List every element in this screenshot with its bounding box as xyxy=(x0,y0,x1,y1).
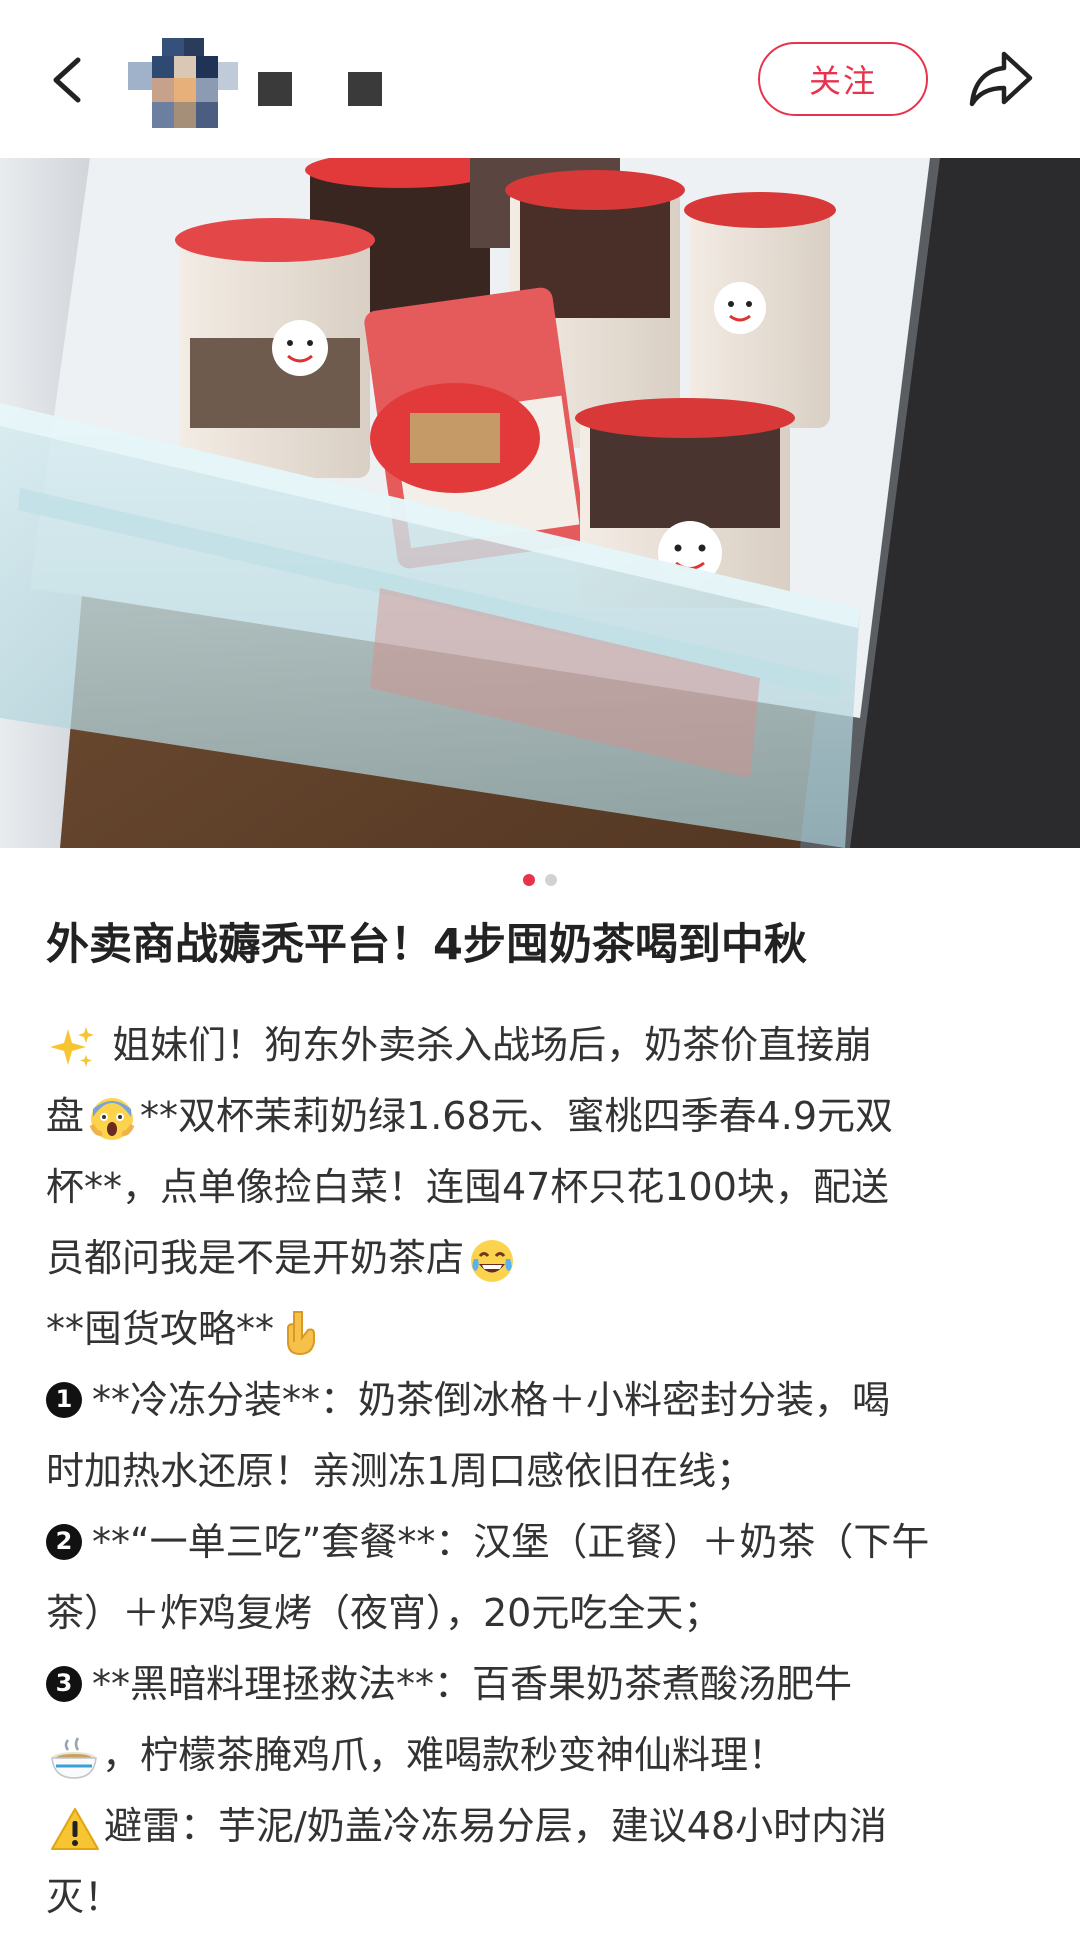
top-bar: 关注 xyxy=(0,0,1080,158)
paragraph-line: 杯**，点单像捡白菜！连囤47杯只花100块，配送 xyxy=(46,1152,1036,1223)
text-line: 灭！ xyxy=(46,1875,123,1919)
text-line: **黑暗料理拯救法**：百香果奶茶煮酸汤肥牛 xyxy=(92,1662,853,1706)
text-line: ，柠檬茶腌鸡爪，难喝款秒变神仙料理！ xyxy=(102,1733,787,1777)
post-body: 姐妹们！狗东外卖杀入战场后，奶茶价直接崩 盘 **双杯茉莉奶绿1.68元、蜜桃四… xyxy=(46,1010,1036,1933)
screaming-face-emoji xyxy=(89,1097,135,1140)
pagination-dot-active[interactable] xyxy=(523,874,535,886)
share-arrow-icon[interactable] xyxy=(966,48,1036,110)
paragraph-line: **囤货攻略** xyxy=(46,1294,1036,1365)
tears-of-joy-emoji xyxy=(471,1239,514,1282)
text-line: 茶）＋炸鸡复烤（夜宵），20元吃全天； xyxy=(46,1591,722,1635)
follow-button[interactable]: 关注 xyxy=(758,42,928,116)
text-line: **双杯茉莉奶绿1.68元、蜜桃四季春4.9元双 xyxy=(140,1094,894,1138)
text-line: **“一单三吃”套餐**：汉堡（正餐）＋奶茶（下午 xyxy=(92,1520,930,1564)
freezer-drawer-image xyxy=(0,158,1080,848)
username-redacted[interactable] xyxy=(348,72,382,106)
paragraph-line: 盘 **双杯茉莉奶绿1.68元、蜜桃四季春4.9元双 xyxy=(46,1081,1036,1152)
username-redacted[interactable] xyxy=(258,72,292,106)
paragraph-line: 灭！ xyxy=(46,1862,1036,1933)
text-line: 员都问我是不是开奶茶店 xyxy=(46,1236,465,1280)
pagination-dot[interactable] xyxy=(545,874,557,886)
paragraph-line: 时加热水还原！亲测冻1周口感依旧在线； xyxy=(46,1436,1036,1507)
text-line: 避雷：芋泥/奶盖冷冻易分层，建议48小时内消 xyxy=(104,1804,888,1848)
paragraph-line: 茶）＋炸鸡复烤（夜宵），20元吃全天； xyxy=(46,1578,1036,1649)
paragraph-line: 1 **冷冻分装**：奶茶倒冰格＋小料密封分装，喝 xyxy=(46,1365,1036,1436)
paragraph-line: 2 **“一单三吃”套餐**：汉堡（正餐）＋奶茶（下午 xyxy=(46,1507,1036,1578)
warning-sign-emoji xyxy=(51,1807,99,1850)
text-line: **冷冻分装**：奶茶倒冰格＋小料密封分装，喝 xyxy=(92,1378,891,1422)
text-line: 杯**，点单像捡白菜！连囤47杯只花100块，配送 xyxy=(46,1165,889,1209)
text-line: 盘 xyxy=(46,1094,85,1138)
image-pagination xyxy=(0,874,1080,886)
paragraph-line: 3 **黑暗料理拯救法**：百香果奶茶煮酸汤肥牛 xyxy=(46,1649,1036,1720)
backhand-index-pointing-down-emoji xyxy=(287,1310,316,1355)
post-photo[interactable] xyxy=(0,158,1080,848)
section-heading: **囤货攻略** xyxy=(46,1307,275,1351)
paragraph-line: 姐妹们！狗东外卖杀入战场后，奶茶价直接崩 xyxy=(46,1010,1036,1081)
paragraph-line: 员都问我是不是开奶茶店 xyxy=(46,1223,1036,1294)
post-title: 外卖商战薅秃平台！4步囤奶茶喝到中秋 xyxy=(46,920,807,970)
step-number-badge: 2 xyxy=(46,1523,82,1560)
paragraph-line: ，柠檬茶腌鸡爪，难喝款秒变神仙料理！ xyxy=(46,1720,1036,1791)
step-number-badge: 1 xyxy=(46,1381,82,1418)
text-line: 时加热水还原！亲测冻1周口感依旧在线； xyxy=(46,1449,755,1493)
paragraph-line: 避雷：芋泥/奶盖冷冻易分层，建议48小时内消 xyxy=(46,1791,1036,1862)
step-number-badge: 3 xyxy=(46,1665,82,1702)
soup-bowl-emoji xyxy=(51,1736,97,1779)
text-line: 姐妹们！狗东外卖杀入战场后，奶茶价直接崩 xyxy=(112,1023,873,1067)
chevron-left-icon[interactable] xyxy=(40,50,100,110)
sparkles-emoji xyxy=(50,1026,94,1067)
avatar[interactable] xyxy=(128,38,238,128)
